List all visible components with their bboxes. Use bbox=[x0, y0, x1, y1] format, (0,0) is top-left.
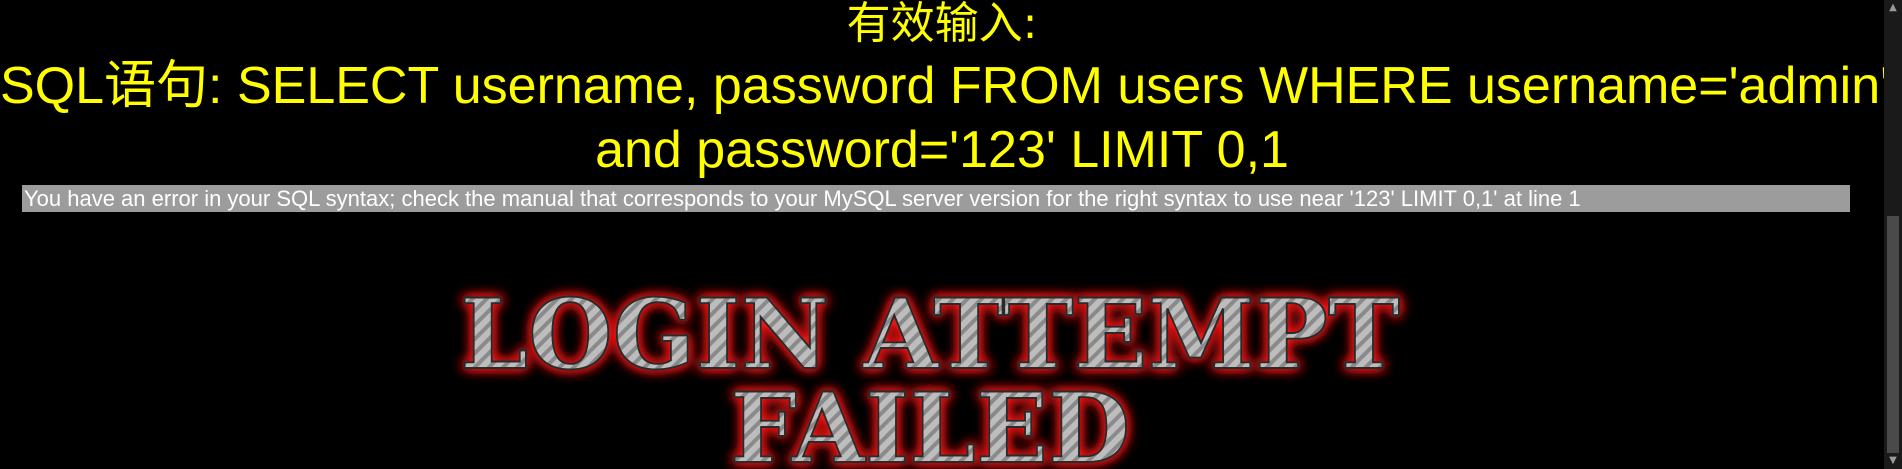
chevron-down-icon[interactable]: ▼ bbox=[1884, 453, 1902, 469]
login-failed-banner: LOGIN ATTEMPT FAILED bbox=[440, 272, 1420, 469]
page: 有效输入: SQL语句: SELECT username, password F… bbox=[0, 0, 1901, 469]
valid-input-label: 有效输入: bbox=[846, 0, 1038, 49]
vertical-scrollbar[interactable]: ▲ ▼ bbox=[1884, 0, 1902, 469]
banner-line-2: FAILED bbox=[730, 372, 1130, 469]
sql-statement-line-2: and password='123' LIMIT 0,1 bbox=[595, 121, 1289, 179]
scrollbar-thumb[interactable] bbox=[1887, 216, 1899, 453]
chevron-up-icon[interactable]: ▲ bbox=[1884, 0, 1902, 16]
login-failed-banner-image: LOGIN ATTEMPT FAILED bbox=[459, 277, 1401, 469]
sql-statement-line-1: SQL语句: SELECT username, password FROM us… bbox=[0, 57, 1901, 115]
sql-error-message: You have an error in your SQL syntax; ch… bbox=[22, 185, 1850, 212]
